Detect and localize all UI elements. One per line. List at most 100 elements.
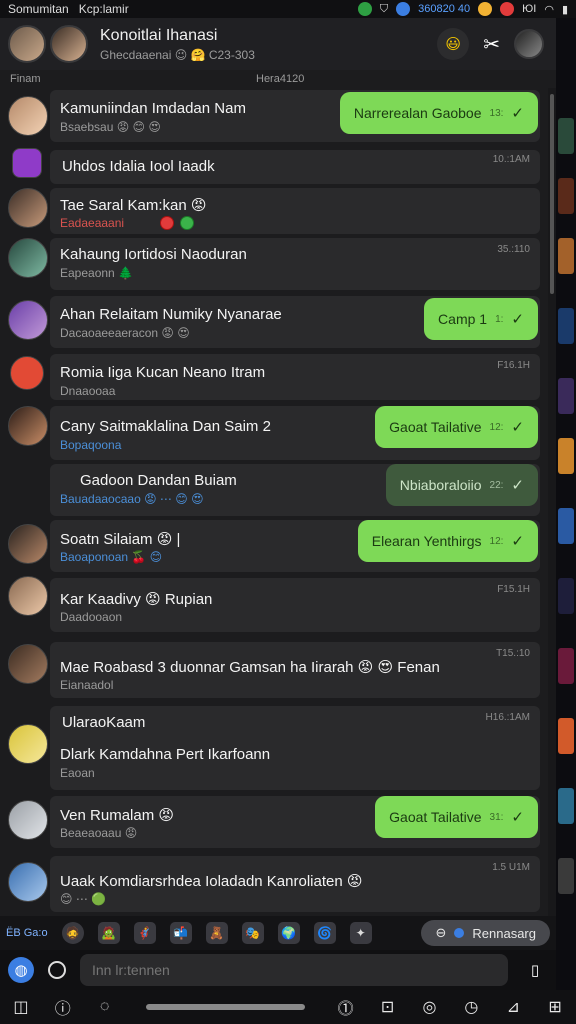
sparkle-icon[interactable]: ✦: [349, 922, 372, 944]
mask-icon[interactable]: 🎭: [241, 922, 264, 944]
chat-preview: Beaeaoaau 😡: [60, 826, 138, 840]
message-bubble[interactable]: Narrerealan Gaoboe 13: ✓: [339, 92, 538, 134]
tab-label[interactable]: ЁВ Ga:o: [6, 927, 48, 939]
list-item[interactable]: Romia Iiga Kucan Neano Itram Dnaaooaa F1…: [0, 352, 548, 402]
message-bubble[interactable]: Camp 1 1: ✓: [424, 298, 538, 340]
status-bar: Somumitan Kcp:lamir ⛉ 360820 40 ЮΙ ◠ ▮: [0, 0, 576, 18]
profile-icon[interactable]: ◍: [8, 957, 34, 983]
message-bubble[interactable]: Gaoat Tailative 12: ✓: [375, 406, 538, 448]
message-pill-button[interactable]: ⊖ Rennasarg: [421, 920, 550, 946]
message-composer: ◍ ▯: [0, 950, 556, 990]
thumbnail[interactable]: [558, 308, 574, 344]
thumbnail[interactable]: [558, 438, 574, 474]
wifi-icon: ◠: [544, 3, 554, 16]
bubble-text: Gaoat Tailative: [389, 419, 482, 435]
mailbox-icon[interactable]: 📬: [169, 922, 192, 944]
clock-icon[interactable]: ◷: [460, 997, 482, 1017]
list-item[interactable]: UlaraoKaam Dlark Kamdahna Pert Ikarfoann…: [0, 704, 548, 792]
number-icon[interactable]: ⓵: [335, 995, 357, 1019]
chat-preview: Eaoan: [60, 766, 95, 780]
info-icon[interactable]: ⓘ: [52, 995, 74, 1019]
chat-time: F16.1H: [497, 360, 530, 371]
thumbnail[interactable]: [558, 378, 574, 414]
edit-icon[interactable]: ⊿: [502, 997, 524, 1017]
browser-icon[interactable]: ◌: [94, 998, 116, 1016]
scrollbar[interactable]: [548, 88, 556, 916]
thumbnail[interactable]: [558, 178, 574, 214]
sticker-icon[interactable]: 🧟: [97, 922, 120, 944]
chat-header: Konoitlai Ihanasi Ghecdaaenai 😉 🤗 C23-30…: [0, 18, 556, 70]
list-item[interactable]: Uhdos Idalia Iool Iaadk 10.:1AM: [0, 148, 548, 186]
message-bubble[interactable]: Gaoat Tailative 31: ✓: [375, 796, 538, 838]
message-bubble[interactable]: Nbiaboraloiio 22: ✓: [385, 464, 538, 506]
status-label: 360820 40: [418, 3, 471, 15]
globe-icon[interactable]: 🌍: [277, 922, 300, 944]
bubble-text: Nbiaboraloiio: [399, 477, 482, 493]
tools-button[interactable]: ✂: [483, 32, 500, 57]
list-item[interactable]: Cany Saitmaklalina Dan Saim 2 Bopaqoona …: [0, 404, 548, 462]
chat-list[interactable]: Kamuniindan Imdadan Nam Bsaebsau 😡 😊 😍 N…: [0, 88, 548, 916]
hero-icon[interactable]: 🦸: [133, 922, 156, 944]
chat-title: Gadoon Dandan Buiam: [80, 472, 237, 489]
list-item[interactable]: Mae Roabasd 3 duonnar Gamsan ha Iirarah …: [0, 640, 548, 700]
avatar[interactable]: [50, 25, 88, 63]
record-icon[interactable]: [48, 961, 66, 979]
check-icon: ✓: [511, 533, 524, 550]
share-icon[interactable]: ⊡: [377, 997, 399, 1017]
chat-title: Ahan Relaitam Numiky Nyanarae: [60, 306, 282, 323]
avatar[interactable]: [8, 25, 46, 63]
home-indicator[interactable]: [145, 1004, 305, 1010]
contact-icon[interactable]: 🧔: [61, 922, 84, 944]
shield-icon: ⛉: [379, 2, 389, 15]
bubble-text: Gaoat Tailative: [389, 809, 482, 825]
list-item[interactable]: Kamuniindan Imdadan Nam Bsaebsau 😡 😊 😍 N…: [0, 88, 548, 144]
list-item[interactable]: Kahaung Iortidosi Naoduran Eapeaonn 🌲 35…: [0, 236, 548, 292]
toy-icon[interactable]: 🧸: [205, 922, 228, 944]
list-item[interactable]: Kar Kaadivy 😡 Rupian Daadooaon F15.1H: [0, 576, 548, 634]
message-bubble[interactable]: Elearan Yenthirgs 12: ✓: [357, 520, 538, 562]
chat-time: 10.:1AM: [492, 154, 530, 165]
status-app-name: Somumitan: [8, 2, 69, 16]
chat-title: Uhdos Idalia Iool Iaadk: [62, 158, 215, 175]
list-item[interactable]: Tae Saral Kam:kan 😡 Eadaeaaani: [0, 186, 548, 236]
avatar: [8, 800, 48, 840]
list-item[interactable]: Gadoon Dandan Buiam Bauadaaocaao 😡 ⋯ 😊 😍…: [0, 462, 548, 518]
pill-label: Rennasarg: [472, 925, 536, 941]
avatar: [8, 238, 48, 278]
list-item[interactable]: Ahan Relaitam Numiky Nyanarae Dacaoaeeae…: [0, 294, 548, 350]
thumbnail[interactable]: [558, 238, 574, 274]
grid-icon[interactable]: ⊞: [544, 997, 566, 1017]
scrollbar-thumb[interactable]: [550, 94, 554, 294]
side-thumbnail-strip: [556, 18, 576, 1024]
list-item[interactable]: Uaak Komdiarsrhdea Ioladadn Kanroliaten …: [0, 854, 548, 914]
swirl-icon[interactable]: 🌀: [313, 922, 336, 944]
sidebar-icon[interactable]: ◫: [10, 997, 32, 1017]
message-input[interactable]: [80, 954, 508, 986]
avatar: [8, 188, 48, 228]
thumbnail[interactable]: [558, 508, 574, 544]
bubble-time: 22:: [489, 479, 504, 491]
thumbnail[interactable]: [558, 788, 574, 824]
thumbnail[interactable]: [558, 118, 574, 154]
avatar: [8, 300, 48, 340]
status-green-icon: [357, 2, 372, 16]
avatar: [8, 406, 48, 446]
attach-icon[interactable]: ▯: [522, 957, 548, 983]
chat-title: Kamuniindan Imdadan Nam: [60, 100, 246, 117]
smile-button[interactable]: 😃: [437, 28, 470, 60]
thumbnail[interactable]: [558, 718, 574, 754]
chat-title: UlaraoKaam: [62, 714, 146, 731]
check-icon: ✓: [511, 311, 524, 328]
list-item[interactable]: Soatn Silaiam 😡 | Baoaponoan 🍒 😊 Elearan…: [0, 518, 548, 574]
quick-tab-strip: ЁВ Ga:o 🧔 🧟 🦸 📬 🧸 🎭 🌍 🌀 ✦ ⊖ Rennasarg: [0, 916, 556, 950]
thumbnail[interactable]: [558, 858, 574, 894]
chat-preview: Daadooaon: [60, 610, 123, 624]
chat-title: Kar Kaadivy 😡 Rupian: [60, 591, 213, 608]
profile-avatar[interactable]: [514, 29, 544, 59]
list-item[interactable]: Ven Rumalam 😡 Beaeaoaau 😡 Gaoat Tailativ…: [0, 794, 548, 850]
thumbnail[interactable]: [558, 648, 574, 684]
chat-time: F15.1H: [497, 584, 530, 595]
thumbnail[interactable]: [558, 578, 574, 614]
target-icon[interactable]: ◎: [418, 997, 440, 1017]
chat-title: Kahaung Iortidosi Naoduran: [60, 246, 247, 263]
